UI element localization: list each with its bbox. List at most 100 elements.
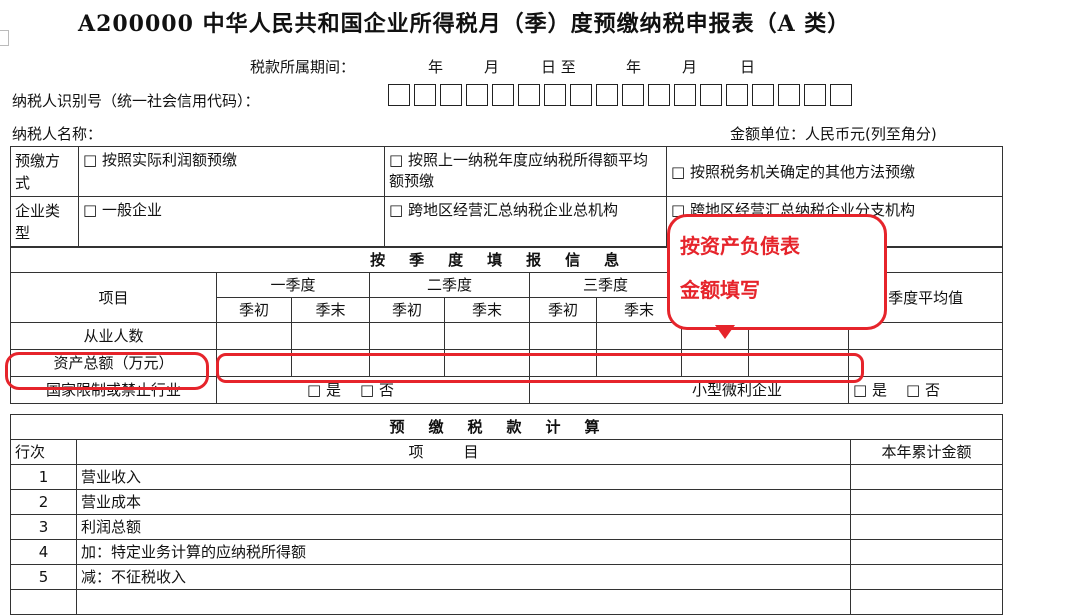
id-digit-box[interactable] <box>544 84 566 106</box>
assets-q1-end[interactable] <box>291 349 370 377</box>
id-digit-box[interactable] <box>596 84 618 106</box>
id-digit-box[interactable] <box>804 84 826 106</box>
quarter-average-header: 季度平均值 <box>847 272 1004 323</box>
taxpayer-id-label: 纳税人识别号（统一社会信用代码）： <box>12 92 260 110</box>
assets-q2-end[interactable] <box>444 349 530 377</box>
id-digit-box[interactable] <box>674 84 696 106</box>
prepay-option-average[interactable]: □ 按照上一纳税年度应纳税所得额平均额预缴 <box>384 146 667 197</box>
form-title: A200000 中华人民共和国企业所得税月（季）度预缴纳税申报表（A 类） <box>78 11 851 37</box>
q4-end-header: 季末 <box>748 297 849 323</box>
calc-item: 营业成本 <box>76 489 851 515</box>
line-no <box>10 589 77 615</box>
employees-q4-end[interactable] <box>748 322 849 350</box>
small-yes-option[interactable]: □ 是 <box>853 381 887 399</box>
annotation-line2: 金额填写 <box>680 278 760 302</box>
id-digit-box[interactable] <box>388 84 410 106</box>
calc-section-title: 预缴税款计算 <box>9 414 1004 440</box>
form-header-table: 预缴方式 □ 按照实际利润额预缴 □ 按照上一纳税年度应纳税所得额平均额预缴 □… <box>10 146 1003 247</box>
period-year-end: 年 <box>626 58 642 76</box>
calc-item: 利润总额 <box>76 514 851 540</box>
id-digit-box[interactable] <box>726 84 748 106</box>
employees-q1-begin[interactable] <box>216 322 292 350</box>
q3-header: 三季度 <box>529 272 682 298</box>
employees-average[interactable] <box>847 322 1004 350</box>
q2-header: 二季度 <box>369 272 530 298</box>
calc-item-header: 项目 <box>76 439 851 465</box>
assets-q3-begin[interactable] <box>529 349 597 377</box>
annotation-line1: 按资产负债表 <box>680 234 800 258</box>
employees-row-label: 从业人数 <box>10 322 217 350</box>
employees-q3-end[interactable] <box>596 322 682 350</box>
q2-end-header: 季末 <box>444 297 530 323</box>
id-digit-box[interactable] <box>492 84 514 106</box>
taxpayer-name-label: 纳税人名称： <box>12 125 103 143</box>
small-no-option[interactable]: □ 否 <box>906 381 940 399</box>
assets-average[interactable] <box>847 349 1004 377</box>
amount-header: 本年累计金额 <box>849 439 1004 465</box>
period-month-end: 月 <box>682 58 698 76</box>
q3-end-header: 季末 <box>596 297 682 323</box>
employees-q3-begin[interactable] <box>529 322 597 350</box>
assets-q3-end[interactable] <box>596 349 682 377</box>
line-no: 1 <box>10 464 77 490</box>
line-no-header: 行次 <box>10 439 77 465</box>
tax-calc-table: 预缴税款计算 行次 项目 本年累计金额 1 营业收入 2 营业成本 3 利润总额… <box>9 414 1004 615</box>
amount-cell[interactable] <box>849 464 1004 490</box>
restricted-industry-options[interactable]: □ 是 □ 否 <box>216 376 530 404</box>
id-digit-box[interactable] <box>414 84 436 106</box>
line-no: 2 <box>10 489 77 515</box>
period-day-start: 日 至 <box>541 58 576 76</box>
id-digit-box[interactable] <box>700 84 722 106</box>
assets-q1-begin[interactable] <box>216 349 292 377</box>
amount-cell[interactable] <box>849 489 1004 515</box>
period-month-start: 月 <box>484 58 500 76</box>
id-digit-box[interactable] <box>752 84 774 106</box>
amount-cell[interactable] <box>849 564 1004 590</box>
q1-end-header: 季末 <box>291 297 370 323</box>
id-digit-box[interactable] <box>518 84 540 106</box>
calc-item: 加：特定业务计算的应纳税所得额 <box>76 539 851 565</box>
margin-marker <box>0 30 9 46</box>
employees-q2-begin[interactable] <box>369 322 445 350</box>
employees-q2-end[interactable] <box>444 322 530 350</box>
q1-header: 一季度 <box>216 272 370 298</box>
annotation-bubble-tail <box>715 325 735 339</box>
amount-cell[interactable] <box>849 589 1004 615</box>
restricted-yes-option[interactable]: □ 是 <box>307 381 341 399</box>
assets-q2-begin[interactable] <box>369 349 445 377</box>
small-micro-label: 小型微利企业 <box>529 376 849 404</box>
enterprise-type-label: 企业类型 <box>10 196 79 247</box>
enterprise-option-head-office[interactable]: □ 跨地区经营汇总纳税企业总机构 <box>384 196 667 247</box>
prepay-option-actual[interactable]: □ 按照实际利润额预缴 <box>78 146 385 197</box>
q2-begin-header: 季初 <box>369 297 445 323</box>
employees-q1-end[interactable] <box>291 322 370 350</box>
calc-item <box>76 589 851 615</box>
id-digit-box[interactable] <box>466 84 488 106</box>
id-digit-box[interactable] <box>778 84 800 106</box>
calc-item: 营业收入 <box>76 464 851 490</box>
small-micro-options[interactable]: □ 是 □ 否 <box>847 376 1004 404</box>
line-no: 3 <box>10 514 77 540</box>
currency-unit-label: 金额单位：人民币元(列至角分) <box>730 125 937 143</box>
taxpayer-id-boxes[interactable] <box>388 84 856 106</box>
prepay-method-label: 预缴方式 <box>10 146 79 197</box>
id-digit-box[interactable] <box>622 84 644 106</box>
item-header: 项目 <box>10 272 217 323</box>
assets-q4-end[interactable] <box>748 349 849 377</box>
prepay-option-other[interactable]: □ 按照税务机关确定的其他方法预缴 <box>666 146 1003 197</box>
q3-begin-header: 季初 <box>529 297 597 323</box>
amount-cell[interactable] <box>849 514 1004 540</box>
q1-begin-header: 季初 <box>216 297 292 323</box>
enterprise-option-general[interactable]: □ 一般企业 <box>78 196 385 247</box>
assets-q4-begin[interactable] <box>681 349 749 377</box>
id-digit-box[interactable] <box>648 84 670 106</box>
line-no: 5 <box>10 564 77 590</box>
id-digit-box[interactable] <box>440 84 462 106</box>
id-digit-box[interactable] <box>830 84 852 106</box>
calc-item: 减：不征税收入 <box>76 564 851 590</box>
period-label: 税款所属期间： <box>250 58 356 76</box>
restricted-no-option[interactable]: □ 否 <box>360 381 394 399</box>
amount-cell[interactable] <box>849 539 1004 565</box>
id-digit-box[interactable] <box>570 84 592 106</box>
period-day-end: 日 <box>740 58 756 76</box>
